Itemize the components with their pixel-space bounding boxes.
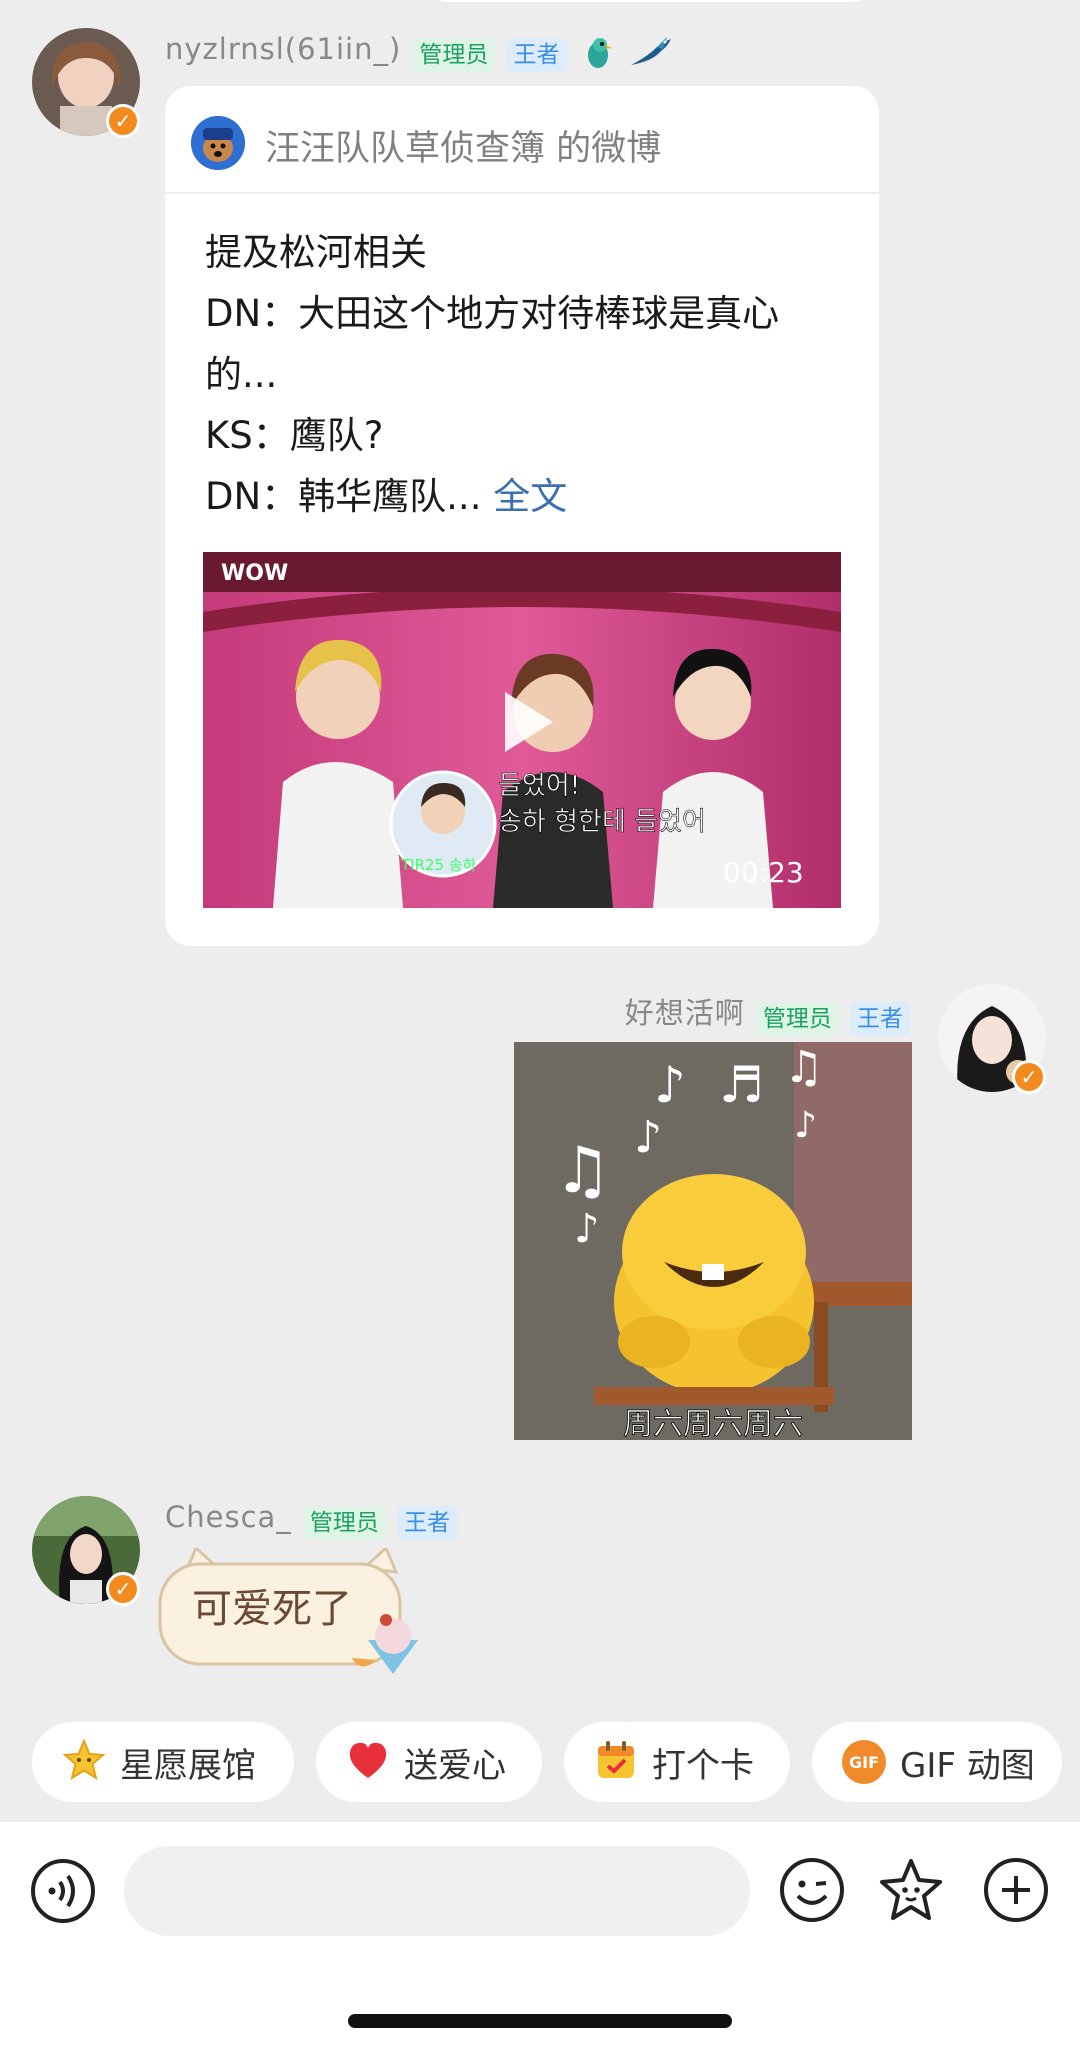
admin-tag: 管理员 <box>755 1001 839 1036</box>
verified-badge-icon: ✓ <box>106 1572 140 1606</box>
heart-icon <box>346 1740 390 1784</box>
shared-weibo-card[interactable]: 汪汪队队草侦查簿 的微博 提及松河相关 DN：大田这个地方对待棒球是真心 的..… <box>165 86 879 946</box>
sticker-caption: 周六周六周六 <box>623 1407 803 1440</box>
source-avatar-icon <box>191 116 245 170</box>
message-header: Chesca_ 管理员 王者 <box>165 1500 457 1540</box>
full-text-link[interactable]: 全文 <box>493 475 567 518</box>
quick-action-star-gallery[interactable]: 星愿展馆 <box>32 1722 294 1802</box>
video-duration: 00:23 <box>723 856 804 889</box>
home-indicator[interactable] <box>348 2014 732 2028</box>
previous-message-bubble <box>420 0 880 2</box>
chip-label: 星愿展馆 <box>120 1745 256 1786</box>
post-line: KS：鹰队? <box>205 414 384 457</box>
message-header: nyzlrnsl(61iin_) 管理员 王者 <box>165 32 675 75</box>
admin-tag: 管理员 <box>302 1505 386 1540</box>
card-header[interactable]: 汪汪队队草侦查簿 的微博 <box>165 86 879 194</box>
svg-text:♪: ♪ <box>654 1056 686 1114</box>
svg-text:♪: ♪ <box>794 1105 817 1146</box>
quick-action-gif[interactable]: GIF GIF 动图 <box>812 1722 1062 1802</box>
parrot-badge-icon <box>582 35 614 75</box>
sticker-button[interactable] <box>876 1856 946 1930</box>
king-tag: 王者 <box>850 1001 910 1036</box>
svg-text:♪: ♪ <box>574 1206 600 1252</box>
source-title: 汪汪队队草侦查簿 的微博 <box>265 129 662 169</box>
username[interactable]: Chesca_ <box>165 1500 292 1534</box>
verified-badge-icon: ✓ <box>1012 1060 1046 1094</box>
calendar-icon <box>594 1738 638 1786</box>
chip-label: 打个卡 <box>652 1745 754 1786</box>
more-button[interactable] <box>982 1856 1050 1928</box>
post-line: DN：韩华鹰队... 全文 <box>205 475 568 518</box>
star-icon <box>62 1738 106 1786</box>
svg-text:♫: ♫ <box>784 1042 823 1093</box>
bird-badge-icon <box>627 35 675 75</box>
video-thumbnail[interactable]: WOW 들었어! 송하 형한테 들었어 TIR25 송하 00:23 <box>203 552 841 908</box>
video-name-tag: TIR25 송하 <box>400 856 477 874</box>
post-line: 提及松河相关 <box>205 231 427 274</box>
cat-ear-message-bubble[interactable]: 可爱死了 <box>156 1548 418 1674</box>
svg-text:♪: ♪ <box>634 1112 662 1163</box>
quick-action-send-love[interactable]: 送爱心 <box>316 1722 542 1802</box>
video-caption-line2: 송하 형한테 들었어 <box>498 807 706 837</box>
king-tag: 王者 <box>396 1505 457 1540</box>
plus-icon <box>984 1858 1048 1922</box>
message-text: 可爱死了 <box>192 1586 352 1632</box>
sticker-image[interactable]: ♫ ♪ ♪ ♬ ♫ ♪ ♪ 周六周六周六 <box>514 1042 912 1440</box>
message-input[interactable] <box>124 1846 750 1936</box>
smile-icon <box>780 1858 844 1922</box>
svg-text:♫: ♫ <box>554 1134 611 1208</box>
chip-label: GIF 动图 <box>900 1745 1035 1786</box>
emoji-button[interactable] <box>778 1856 846 1928</box>
voice-input-button[interactable] <box>30 1858 96 1928</box>
post-line: 的... <box>205 353 278 396</box>
gif-icon: GIF <box>842 1740 886 1784</box>
chip-label: 送爱心 <box>404 1745 506 1786</box>
svg-text:♬: ♬ <box>719 1056 764 1114</box>
star-face-icon <box>880 1859 942 1920</box>
video-caption-line1: 들었어! <box>498 771 580 801</box>
quick-action-check-in[interactable]: 打个卡 <box>564 1722 790 1802</box>
username[interactable]: 好想活啊 <box>625 996 745 1030</box>
admin-tag: 管理员 <box>412 37 496 72</box>
voice-icon <box>31 1859 95 1923</box>
post-line: DN：大田这个地方对待棒球是真心 <box>205 292 780 335</box>
message-header: 好想活啊 管理员 王者 <box>620 990 910 1036</box>
video-logo: WOW <box>221 561 288 586</box>
verified-badge-icon: ✓ <box>106 104 140 138</box>
post-text: 提及松河相关 DN：大田这个地方对待棒球是真心 的... KS：鹰队? DN：韩… <box>205 222 855 527</box>
username[interactable]: nyzlrnsl(61iin_) <box>165 32 401 66</box>
king-tag: 王者 <box>506 37 567 72</box>
